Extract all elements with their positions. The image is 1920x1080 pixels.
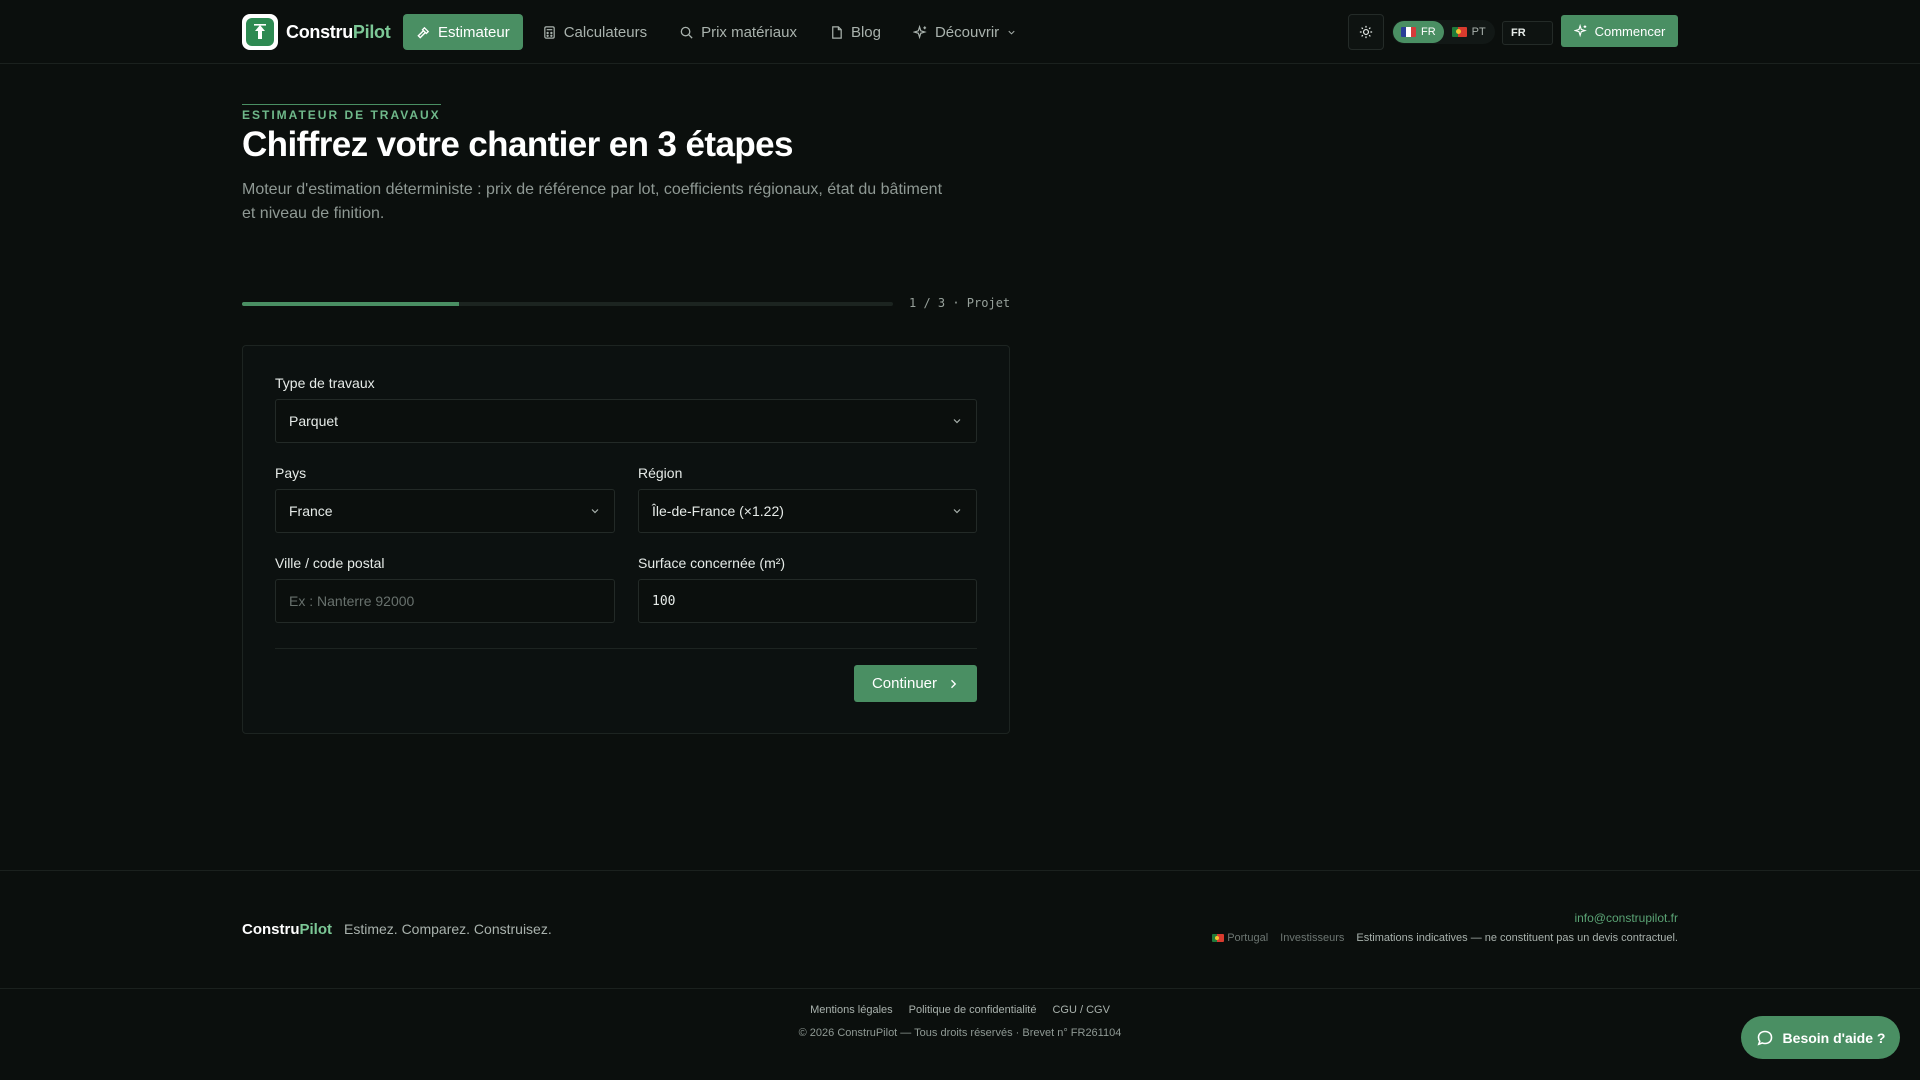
hammer-icon (417, 26, 430, 39)
step-progress-label: 1 / 3 · Projet (909, 296, 1011, 310)
step-progress-bar (242, 302, 893, 306)
site-footer: ConstruPilot Estimez. Comparez. Construi… (0, 870, 1920, 989)
chevron-down-icon (953, 509, 961, 514)
footer-disclaimer: Estimations indicatives — ne constituent… (1356, 932, 1678, 944)
nav-prix-materiaux[interactable]: Prix matériaux (666, 14, 810, 50)
nav-blog[interactable]: Blog (816, 14, 894, 50)
document-icon (832, 25, 842, 39)
search-icon (680, 26, 693, 39)
top-header: ConstruPilot Estimateur Calculateurs Pri… (0, 0, 1920, 64)
lang-option-fr[interactable]: FR (1393, 21, 1444, 43)
ville-input[interactable]: Ex : Nanterre 92000 (275, 579, 615, 623)
surface-input[interactable]: 100 (638, 579, 977, 623)
chevron-down-icon (953, 419, 961, 424)
portugal-flag-icon (1451, 27, 1467, 37)
estimate-form-card: Type de travaux Parquet Pays France Régi… (242, 345, 1010, 734)
calculator-icon (543, 25, 555, 39)
region-select[interactable]: Île-de-France (×1.22) (638, 489, 977, 533)
language-toggle: FR PT (1392, 20, 1495, 44)
page-title: Chiffrez votre chantier en 3 étapes (242, 125, 793, 164)
type-travaux-select[interactable]: Parquet (275, 399, 977, 443)
page-subtitle: Moteur d'estimation déterministe : prix … (242, 181, 943, 222)
nav-estimateur[interactable]: Estimateur (403, 14, 523, 50)
form-divider (275, 648, 977, 649)
step-progress-fill (242, 302, 459, 306)
portugal-flag-icon (1212, 934, 1225, 942)
copyright-text: © 2026 ConstruPilot — Tous droits réserv… (798, 1027, 1122, 1039)
footer-investors-link[interactable]: Investisseurs (1280, 932, 1344, 944)
logo[interactable]: ConstruPilot (242, 14, 391, 50)
legal-bar: Mentions légales Politique de confidenti… (0, 1004, 1920, 1039)
pays-select[interactable]: France (275, 489, 615, 533)
legal-links: Mentions légales Politique de confidenti… (0, 1004, 1920, 1016)
eyebrow-label: ESTIMATEUR DE TRAVAUX (242, 104, 441, 122)
continue-button[interactable]: Continuer (854, 665, 977, 702)
region-label: Région (638, 465, 683, 481)
legal-link-mentions[interactable]: Mentions légales (810, 1004, 893, 1016)
nav-decouvrir[interactable]: Découvrir (900, 14, 1030, 50)
ville-label: Ville / code postal (275, 555, 385, 571)
type-travaux-label: Type de travaux (275, 375, 375, 391)
chevron-right-icon (951, 679, 957, 688)
chevron-down-icon (591, 509, 599, 514)
main-nav: Estimateur Calculateurs Prix matériaux B… (403, 14, 1030, 50)
nav-calculateurs[interactable]: Calculateurs (529, 14, 660, 50)
theme-toggle-button[interactable] (1348, 14, 1384, 50)
footer-brand: ConstruPilot Estimez. Comparez. Construi… (242, 921, 552, 938)
sparkle-icon (912, 24, 927, 39)
surface-label: Surface concernée (m²) (638, 555, 786, 571)
footer-tagline: Estimez. Comparez. Construisez. (344, 921, 552, 937)
footer-links: Portugal Investisseurs Estimations indic… (1212, 932, 1678, 944)
sun-icon (1359, 25, 1373, 39)
commencer-button[interactable]: Commencer (1561, 15, 1678, 47)
footer-portugal-link[interactable]: Portugal (1212, 932, 1268, 944)
help-button[interactable]: Besoin d'aide ? (1741, 1016, 1900, 1059)
logo-text: ConstruPilot (286, 21, 391, 42)
pays-label: Pays (275, 465, 307, 481)
chat-bubble-icon (1757, 1030, 1772, 1046)
language-select[interactable]: FR (1502, 21, 1553, 45)
chevron-down-icon (1008, 30, 1015, 35)
logo-icon (242, 14, 278, 50)
france-flag-icon (1401, 27, 1416, 37)
lang-option-pt[interactable]: PT (1444, 21, 1494, 43)
legal-link-privacy[interactable]: Politique de confidentialité (909, 1004, 1037, 1016)
footer-logo-text[interactable]: ConstruPilot (242, 921, 332, 938)
legal-link-cgu[interactable]: CGU / CGV (1052, 1004, 1109, 1016)
footer-email-link[interactable]: info@construpilot.fr (1574, 911, 1678, 925)
sparkle-icon (1573, 24, 1587, 38)
